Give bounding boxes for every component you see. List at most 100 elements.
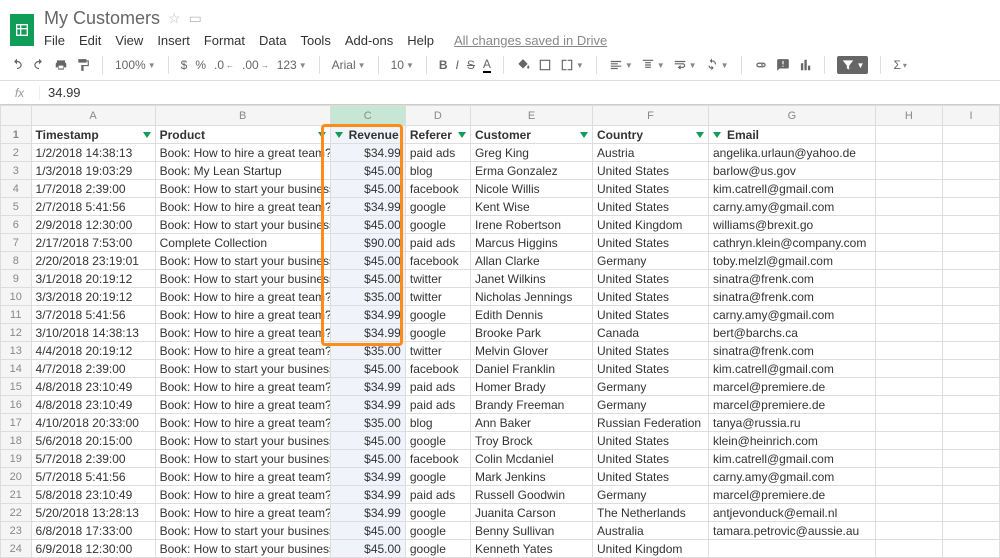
percent-button[interactable]: %	[195, 58, 206, 72]
row-number[interactable]: 13	[1, 342, 32, 360]
cell[interactable]: klein@heinrich.com	[708, 432, 875, 450]
row-number[interactable]: 5	[1, 198, 32, 216]
table-row[interactable]: 62/9/2018 12:30:00Book: How to start you…	[1, 216, 1000, 234]
cell[interactable]: Book: How to hire a great team?	[155, 288, 330, 306]
cell[interactable]: Brandy Freeman	[470, 396, 592, 414]
table-row[interactable]: 185/6/2018 20:15:00Book: How to start yo…	[1, 432, 1000, 450]
cell[interactable]: 5/8/2018 23:10:49	[31, 486, 155, 504]
cell[interactable]: google	[405, 306, 470, 324]
cell[interactable]: Nicholas Jennings	[470, 288, 592, 306]
star-icon[interactable]: ☆	[168, 10, 181, 27]
cell[interactable]: Book: How to start your business?	[155, 522, 330, 540]
cell[interactable]: barlow@us.gov	[708, 162, 875, 180]
cell[interactable]: $45.00	[330, 450, 405, 468]
cell[interactable]: carny.amy@gmail.com	[708, 198, 875, 216]
font-select[interactable]: Arial ▼	[332, 58, 366, 72]
cell[interactable]: $35.00	[330, 414, 405, 432]
cell[interactable]: Janet Wilkins	[470, 270, 592, 288]
filter-icon[interactable]	[143, 132, 151, 138]
row-number[interactable]: 3	[1, 162, 32, 180]
cell[interactable]: paid ads	[405, 234, 470, 252]
cell[interactable]: Book: How to hire a great team?	[155, 468, 330, 486]
wrap-button[interactable]: ▼	[673, 58, 697, 72]
cell[interactable]: Book: How to start your business?	[155, 270, 330, 288]
cell[interactable]: google	[405, 198, 470, 216]
cell[interactable]: Ann Baker	[470, 414, 592, 432]
filter-button[interactable]: ▼	[837, 56, 869, 74]
cell[interactable]	[708, 540, 875, 558]
cell[interactable]: United States	[593, 162, 709, 180]
table-row[interactable]: 21/2/2018 14:38:13Book: How to hire a gr…	[1, 144, 1000, 162]
cell[interactable]: $34.99	[330, 324, 405, 342]
fontsize-select[interactable]: 10 ▼	[391, 58, 414, 72]
cell[interactable]: blog	[405, 414, 470, 432]
cell[interactable]: Germany	[593, 486, 709, 504]
row-number[interactable]: 18	[1, 432, 32, 450]
cell[interactable]: The Netherlands	[593, 504, 709, 522]
header-email[interactable]: Email	[708, 126, 875, 144]
cell[interactable]: paid ads	[405, 378, 470, 396]
cell[interactable]: facebook	[405, 450, 470, 468]
cell[interactable]: $34.99	[330, 306, 405, 324]
cell[interactable]: cathryn.klein@company.com	[708, 234, 875, 252]
number-format-button[interactable]: 123 ▼	[277, 58, 307, 72]
cell[interactable]: United Kingdom	[593, 216, 709, 234]
cell[interactable]: Book: How to hire a great team?	[155, 414, 330, 432]
row-number[interactable]: 20	[1, 468, 32, 486]
cell[interactable]: marcel@premiere.de	[708, 378, 875, 396]
cell[interactable]: Edith Dennis	[470, 306, 592, 324]
col-header-e[interactable]: E	[470, 106, 592, 126]
cell[interactable]: Benny Sullivan	[470, 522, 592, 540]
cell[interactable]: twitter	[405, 342, 470, 360]
cell[interactable]: Book: How to start your business?	[155, 450, 330, 468]
cell[interactable]: $34.99	[330, 468, 405, 486]
cell[interactable]: Germany	[593, 378, 709, 396]
cell[interactable]: $34.99	[330, 504, 405, 522]
cell[interactable]: $45.00	[330, 252, 405, 270]
cell[interactable]: Book: How to hire a great team?	[155, 378, 330, 396]
cell[interactable]: Erma Gonzalez	[470, 162, 592, 180]
cell[interactable]: $45.00	[330, 180, 405, 198]
cell[interactable]: Australia	[593, 522, 709, 540]
cell[interactable]: kim.catrell@gmail.com	[708, 180, 875, 198]
table-row[interactable]: 93/1/2018 20:19:12Book: How to start you…	[1, 270, 1000, 288]
currency-button[interactable]: $	[181, 58, 188, 72]
cell[interactable]: 4/7/2018 2:39:00	[31, 360, 155, 378]
table-row[interactable]: 144/7/2018 2:39:00Book: How to start you…	[1, 360, 1000, 378]
col-header-h[interactable]: H	[875, 106, 942, 126]
cell[interactable]: Book: How to start your business?	[155, 360, 330, 378]
filter-icon[interactable]	[458, 132, 466, 138]
row-number[interactable]: 10	[1, 288, 32, 306]
cell[interactable]: Mark Jenkins	[470, 468, 592, 486]
row-number[interactable]: 16	[1, 396, 32, 414]
table-row[interactable]: 246/9/2018 12:30:00Book: How to start yo…	[1, 540, 1000, 558]
col-header-b[interactable]: B	[155, 106, 330, 126]
menu-addons[interactable]: Add-ons	[345, 33, 393, 48]
cell[interactable]: 3/7/2018 5:41:56	[31, 306, 155, 324]
filter-icon[interactable]	[580, 132, 588, 138]
cell[interactable]: paid ads	[405, 144, 470, 162]
table-row[interactable]: 195/7/2018 2:39:00Book: How to start you…	[1, 450, 1000, 468]
menu-insert[interactable]: Insert	[157, 33, 190, 48]
header-country[interactable]: Country	[593, 126, 709, 144]
cell[interactable]: $34.99	[330, 198, 405, 216]
cell[interactable]: 3/3/2018 20:19:12	[31, 288, 155, 306]
cell[interactable]: Homer Brady	[470, 378, 592, 396]
table-row[interactable]: 52/7/2018 5:41:56Book: How to hire a gre…	[1, 198, 1000, 216]
table-row[interactable]: 164/8/2018 23:10:49Book: How to hire a g…	[1, 396, 1000, 414]
cell[interactable]: facebook	[405, 360, 470, 378]
row-number[interactable]: 21	[1, 486, 32, 504]
cell[interactable]: $45.00	[330, 216, 405, 234]
valign-button[interactable]: ▼	[641, 58, 665, 72]
cell[interactable]: Melvin Glover	[470, 342, 592, 360]
cell[interactable]: Book: How to hire a great team?	[155, 504, 330, 522]
row-number[interactable]: 7	[1, 234, 32, 252]
cell[interactable]: 5/7/2018 2:39:00	[31, 450, 155, 468]
table-row[interactable]: 236/8/2018 17:33:00Book: How to start yo…	[1, 522, 1000, 540]
cell[interactable]: $45.00	[330, 432, 405, 450]
col-header-a[interactable]: A	[31, 106, 155, 126]
cell[interactable]: United States	[593, 468, 709, 486]
cell[interactable]: kim.catrell@gmail.com	[708, 360, 875, 378]
col-header-i[interactable]: I	[942, 106, 999, 126]
dec-increase-button[interactable]: .00→	[242, 58, 269, 72]
